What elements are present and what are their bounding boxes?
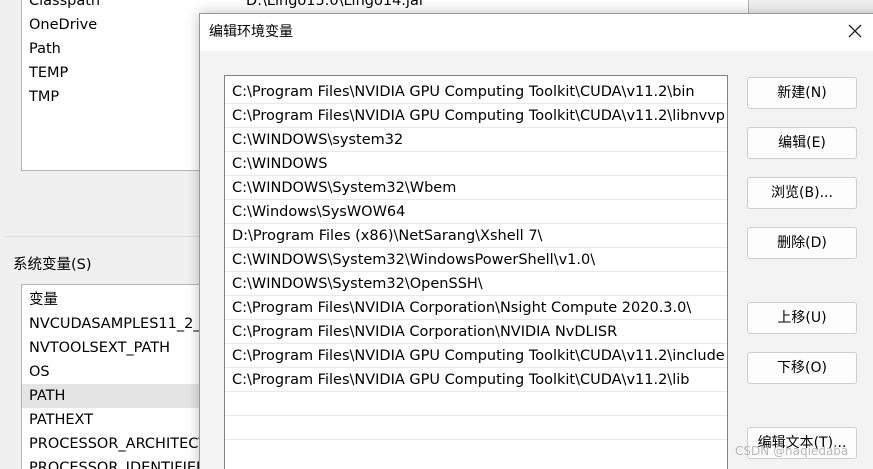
list-item[interactable]: Classpath [29, 0, 100, 13]
list-item[interactable]: TEMP [29, 61, 68, 85]
close-button[interactable] [836, 14, 873, 51]
close-icon [848, 24, 862, 42]
path-item[interactable]: C:\WINDOWS [225, 152, 727, 176]
column-header[interactable]: 变量 [22, 288, 205, 312]
move-down-button[interactable]: 下移(O) [747, 352, 857, 384]
path-item[interactable]: C:\Program Files\NVIDIA Corporation\NVID… [225, 320, 727, 344]
path-item[interactable]: D:\Program Files (x86)\NetSarang\Xshell … [225, 224, 727, 248]
path-item-empty[interactable] [225, 392, 727, 416]
new-button[interactable]: 新建(N) [747, 77, 857, 109]
list-item[interactable]: PROCESSOR_ARCHITECTURE [22, 432, 205, 456]
delete-button[interactable]: 删除(D) [747, 227, 857, 259]
path-item[interactable]: C:\Windows\SysWOW64 [225, 200, 727, 224]
path-item[interactable]: C:\WINDOWS\System32\WindowsPowerShell\v1… [225, 248, 727, 272]
dialog-title: 编辑环境变量 [209, 24, 293, 40]
list-item[interactable]: PROCESSOR_IDENTIFIER [22, 456, 205, 469]
title-bar: 编辑环境变量 [200, 14, 873, 51]
path-item[interactable]: C:\WINDOWS\System32\Wbem [225, 176, 727, 200]
list-item[interactable]: NVCUDASAMPLES11_2_ROOT [22, 312, 205, 336]
path-item[interactable]: C:\Program Files\NVIDIA GPU Computing To… [225, 368, 727, 392]
divider [5, 236, 200, 237]
path-item[interactable]: C:\Program Files\NVIDIA GPU Computing To… [225, 80, 727, 104]
list-item-value: D:\Lingo15.0\Lingo14.jar [246, 0, 425, 9]
system-variables-list: 变量 NVCUDASAMPLES11_2_ROOT NVTOOLSEXT_PAT… [21, 284, 206, 469]
system-variables-label: 系统变量(S) [13, 257, 92, 273]
list-item-selected[interactable]: PATH [22, 384, 205, 408]
path-item[interactable]: C:\WINDOWS\System32\OpenSSH\ [225, 272, 727, 296]
list-item[interactable]: OneDrive [29, 13, 97, 37]
path-item[interactable]: C:\Program Files\NVIDIA GPU Computing To… [225, 104, 727, 128]
list-item[interactable]: OS [22, 360, 205, 384]
browse-button[interactable]: 浏览(B)... [747, 177, 857, 209]
watermark: CSDN @haqiedaba [735, 444, 849, 458]
path-item[interactable]: C:\WINDOWS\system32 [225, 128, 727, 152]
list-item[interactable]: Path [29, 37, 61, 61]
path-item[interactable]: C:\Program Files\NVIDIA GPU Computing To… [225, 344, 727, 368]
move-up-button[interactable]: 上移(U) [747, 302, 857, 334]
path-item[interactable]: C:\Program Files\NVIDIA Corporation\Nsig… [225, 296, 727, 320]
list-item[interactable]: TMP [29, 85, 59, 109]
path-list: C:\Program Files\NVIDIA GPU Computing To… [224, 75, 728, 469]
list-item[interactable]: NVTOOLSEXT_PATH [22, 336, 205, 360]
path-item-empty[interactable] [225, 416, 727, 440]
edit-env-var-dialog: 编辑环境变量 C:\Program Files\NVIDIA GPU Compu… [199, 13, 873, 469]
edit-button[interactable]: 编辑(E) [747, 127, 857, 159]
list-item[interactable]: PATHEXT [22, 408, 205, 432]
